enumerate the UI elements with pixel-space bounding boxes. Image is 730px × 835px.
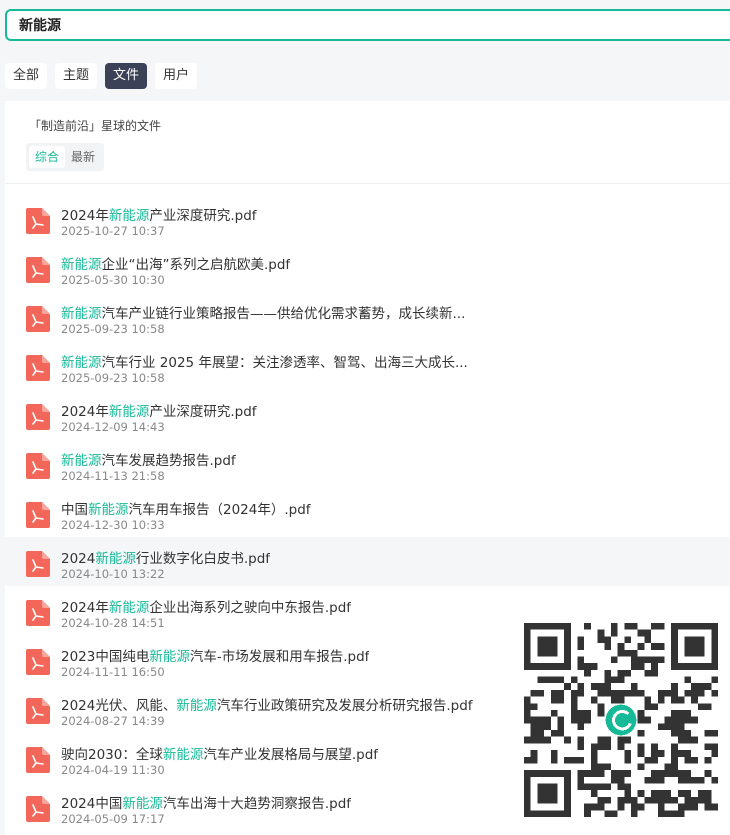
file-list-item[interactable]: 新能源汽车产业链行业策略报告——供给优化需求蓄势，成长续新... 2025-09-… [5, 292, 730, 341]
keyword-highlight: 新能源 [61, 355, 102, 371]
file-list-item[interactable]: 2024年新能源产业深度研究.pdf 2024-12-09 14:43 [5, 390, 730, 439]
file-date: 2024-10-10 13:22 [61, 567, 165, 581]
divider [5, 183, 730, 184]
pdf-file-icon [26, 306, 50, 332]
keyword-highlight: 新能源 [108, 404, 150, 420]
file-date: 2025-10-27 10:37 [61, 224, 165, 238]
pdf-file-icon [26, 698, 50, 724]
keyword-highlight: 新能源 [149, 649, 190, 665]
file-title[interactable]: 新能源汽车行业 2025 年展望：关注渗透率、智驾、出海三大成长... [61, 351, 468, 371]
title-prefix: 2024 [61, 551, 96, 567]
qr-code-icon [524, 623, 718, 817]
file-date: 2024-11-11 16:50 [61, 665, 165, 679]
keyword-highlight: 新能源 [108, 600, 150, 616]
title-suffix: 汽车行业政策研究及发展分析研究报告.pdf [216, 698, 473, 714]
group-title: 「制造前沿」星球的文件 [29, 119, 162, 133]
file-title[interactable]: 中国新能源汽车用车报告（2024年）.pdf [61, 498, 311, 518]
file-list-item[interactable]: 新能源汽车发展趋势报告.pdf 2024-11-13 21:58 [5, 439, 730, 488]
file-title[interactable]: 新能源汽车产业链行业策略报告——供给优化需求蓄势，成长续新... [61, 302, 465, 322]
tab-all[interactable]: 全部 [5, 63, 48, 89]
pdf-file-icon [26, 600, 50, 626]
pdf-file-icon [26, 404, 50, 430]
file-date: 2024-05-09 17:17 [61, 812, 165, 826]
title-suffix: 汽车用车报告（2024年）.pdf [128, 502, 311, 518]
title-suffix: 企业“出海”系列之启航欧美.pdf [101, 257, 291, 273]
file-title[interactable]: 2024年新能源企业出海系列之驶向中东报告.pdf [61, 596, 351, 616]
file-date: 2024-04-19 11:30 [61, 763, 165, 777]
title-suffix: 汽车出海十大趋势洞察报告.pdf [162, 796, 352, 812]
file-title[interactable]: 2023中国纯电新能源汽车-市场发展和用车报告.pdf [61, 645, 369, 665]
file-date: 2024-11-13 21:58 [61, 469, 165, 483]
keyword-highlight: 新能源 [162, 747, 204, 763]
keyword-highlight: 新能源 [61, 306, 102, 322]
file-date: 2025-09-23 10:58 [61, 371, 165, 385]
keyword-highlight: 新能源 [108, 208, 150, 224]
sort-tabs: 综合 最新 [26, 143, 105, 171]
tab-users[interactable]: 用户 [155, 63, 198, 89]
title-suffix: 产业深度研究.pdf [149, 404, 257, 420]
title-prefix: 2024年 [61, 208, 109, 224]
keyword-highlight: 新能源 [61, 453, 102, 469]
search-box[interactable] [5, 9, 730, 41]
pdf-file-icon [26, 649, 50, 675]
tab-files[interactable]: 文件 [105, 63, 148, 89]
file-title[interactable]: 驶向2030：全球新能源汽车产业发展格局与展望.pdf [61, 743, 378, 763]
pdf-file-icon [26, 796, 50, 822]
file-list-item[interactable]: 新能源汽车行业 2025 年展望：关注渗透率、智驾、出海三大成长... 2025-… [5, 341, 730, 390]
search-type-tabs: 全部 主题 文件 用户 [5, 63, 198, 89]
file-list-item[interactable]: 中国新能源汽车用车报告（2024年）.pdf 2024-12-30 10:33 [5, 488, 730, 537]
pdf-file-icon [26, 257, 50, 283]
file-title[interactable]: 2024年新能源产业深度研究.pdf [61, 204, 257, 224]
sort-tab-comprehensive[interactable]: 综合 [29, 146, 66, 168]
tab-topics[interactable]: 主题 [55, 63, 98, 89]
title-prefix: 2024光伏、风能、 [61, 698, 177, 714]
title-prefix: 2023中国纯电 [61, 649, 150, 665]
title-suffix: 汽车发展趋势报告.pdf [101, 453, 236, 469]
file-title[interactable]: 新能源企业“出海”系列之启航欧美.pdf [61, 253, 290, 273]
pdf-file-icon [26, 453, 50, 479]
pdf-file-icon [26, 551, 50, 577]
file-list-item[interactable]: 2024年新能源产业深度研究.pdf 2025-10-27 10:37 [5, 194, 730, 243]
title-suffix: 产业深度研究.pdf [149, 208, 257, 224]
file-date: 2024-12-30 10:33 [61, 518, 165, 532]
title-prefix: 2024年 [61, 404, 109, 420]
pdf-file-icon [26, 502, 50, 528]
file-title[interactable]: 2024年新能源产业深度研究.pdf [61, 400, 257, 420]
file-date: 2024-10-28 14:51 [61, 616, 165, 630]
title-prefix: 2024年 [61, 600, 109, 616]
pdf-file-icon [26, 208, 50, 234]
title-suffix: 行业数字化白皮书.pdf [135, 551, 271, 567]
file-date: 2024-12-09 14:43 [61, 420, 165, 434]
title-prefix: 中国 [61, 502, 88, 518]
title-suffix: 汽车产业发展格局与展望.pdf [203, 747, 379, 763]
pdf-file-icon [26, 355, 50, 381]
file-date: 2024-08-27 14:39 [61, 714, 165, 728]
file-title[interactable]: 新能源汽车发展趋势报告.pdf [61, 449, 236, 469]
file-list-item[interactable]: 2024新能源行业数字化白皮书.pdf 2024-10-10 13:22 [5, 537, 730, 586]
file-date: 2025-05-30 10:30 [61, 273, 165, 287]
sort-tab-latest[interactable]: 最新 [65, 146, 101, 168]
keyword-highlight: 新能源 [122, 796, 163, 812]
pdf-file-icon [26, 747, 50, 773]
search-input[interactable] [7, 11, 730, 39]
title-suffix: 汽车行业 2025 年展望：关注渗透率、智驾、出海三大成长... [101, 355, 468, 371]
file-date: 2025-09-23 10:58 [61, 322, 165, 336]
keyword-highlight: 新能源 [95, 551, 136, 567]
title-suffix: 企业出海系列之驶向中东报告.pdf [149, 600, 352, 616]
title-suffix: 汽车产业链行业策略报告——供给优化需求蓄势，成长续新... [101, 306, 466, 322]
file-title[interactable]: 2024新能源行业数字化白皮书.pdf [61, 547, 270, 567]
title-prefix: 驶向2030：全球 [61, 747, 163, 763]
keyword-highlight: 新能源 [61, 257, 102, 273]
file-title[interactable]: 2024中国新能源汽车出海十大趋势洞察报告.pdf [61, 792, 351, 812]
file-list-item[interactable]: 新能源企业“出海”系列之启航欧美.pdf 2025-05-30 10:30 [5, 243, 730, 292]
file-title[interactable]: 2024光伏、风能、新能源汽车行业政策研究及发展分析研究报告.pdf [61, 694, 473, 714]
title-suffix: 汽车-市场发展和用车报告.pdf [189, 649, 370, 665]
keyword-highlight: 新能源 [88, 502, 129, 518]
title-prefix: 2024中国 [61, 796, 123, 812]
keyword-highlight: 新能源 [176, 698, 217, 714]
